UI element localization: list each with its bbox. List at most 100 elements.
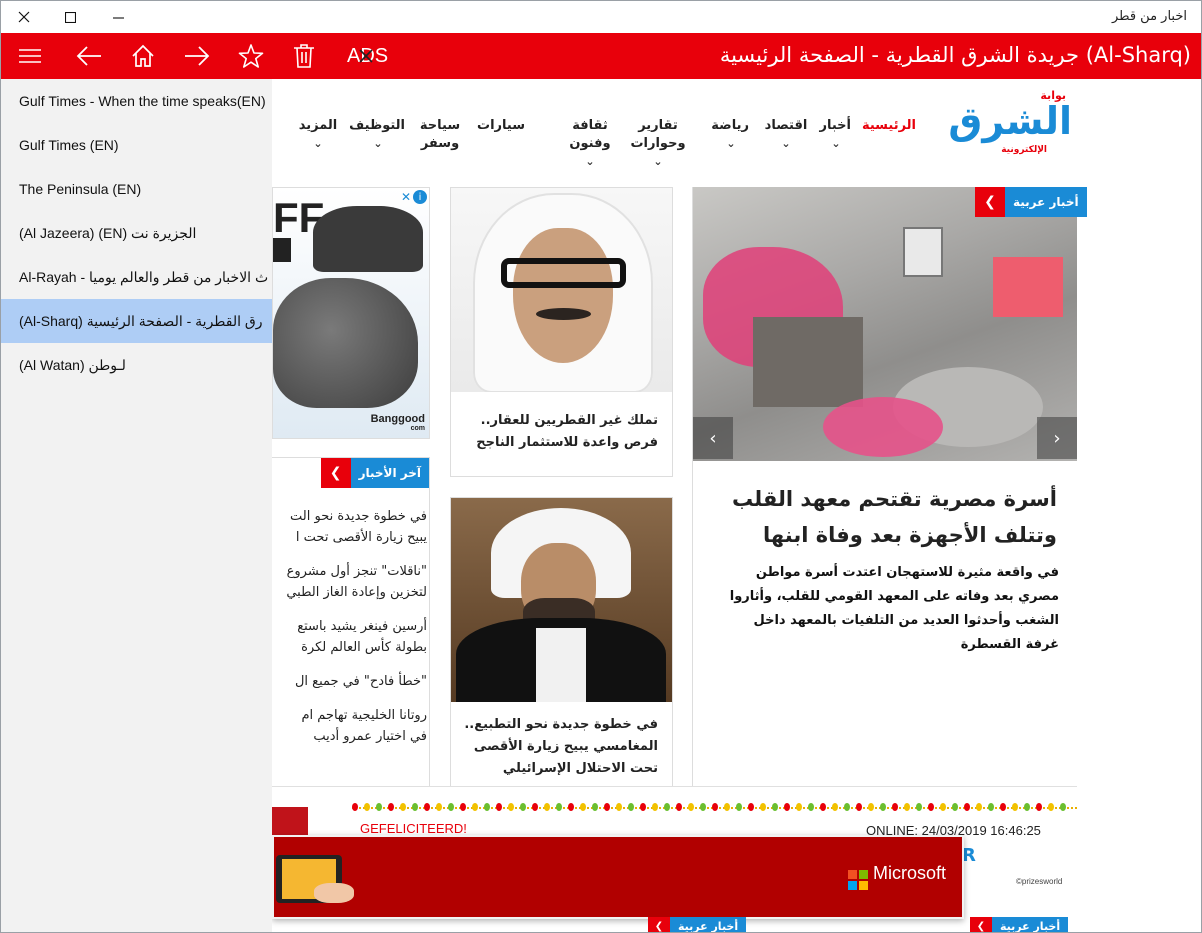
bottom-category-badge[interactable]: ❮ أخبار عربية: [970, 917, 1069, 932]
news-card[interactable]: تملك غير القطريين للعقار.. فرص واعدة للا…: [450, 187, 673, 477]
ad-close-icon[interactable]: ✕: [401, 190, 411, 204]
nav-item-label: سياحة وسفر: [419, 118, 461, 151]
news-card-image: [451, 188, 672, 392]
slide-next-button[interactable]: ›: [1037, 417, 1077, 459]
page-title: جريدة الشرق القطرية - الصفحة الرئيسية (A…: [719, 43, 1191, 67]
decorative-dot: [808, 803, 814, 811]
chevron-down-icon: ⌄: [653, 155, 663, 168]
nav-item[interactable]: اقتصاد ⌄: [764, 117, 808, 153]
news-card[interactable]: في خطوة جديدة نحو التطبيع.. المغامسي يبي…: [450, 497, 673, 787]
decorative-dot: [736, 803, 742, 811]
nav-item[interactable]: رياضة ⌄: [711, 117, 749, 153]
ad-banner[interactable]: FF i ✕ Banggood com: [272, 187, 430, 439]
decorative-dot: [664, 803, 670, 811]
decorative-dot: [508, 803, 514, 811]
chevron-down-icon: ⌄: [726, 137, 736, 150]
nav-item[interactable]: المزيد ⌄: [298, 117, 338, 153]
badge-arrow-icon: ❮: [648, 917, 670, 932]
close-window-button[interactable]: [1, 1, 47, 33]
menu-button[interactable]: [3, 33, 57, 79]
decorative-dot: [616, 803, 622, 811]
nav-item[interactable]: تقارير وحوارات ⌄: [617, 117, 699, 171]
news-card-title[interactable]: تملك غير القطريين للعقار.. فرص واعدة للا…: [458, 410, 658, 454]
latest-news-item[interactable]: في خطوة جديدة نحو الت: [272, 506, 427, 527]
decorative-dot: [844, 803, 850, 811]
nav-item[interactable]: سياحة وسفر: [418, 117, 462, 153]
decorative-dot: [364, 803, 370, 811]
decorative-dot: [904, 803, 910, 811]
latest-news-item[interactable]: أرسين فينغر يشيد باستع: [272, 616, 427, 637]
nav-item-label: رياضة: [711, 118, 749, 133]
decorative-dot: [772, 803, 778, 811]
decorative-dot: [484, 803, 490, 811]
slide-prev-button[interactable]: ‹: [693, 417, 733, 459]
decorative-dot: [1048, 803, 1054, 811]
red-banner-corner: [272, 807, 308, 837]
chevron-down-icon: ⌄: [585, 155, 595, 168]
chevron-down-icon: ⌄: [313, 137, 323, 150]
ad-info-icon[interactable]: i: [413, 190, 427, 204]
decorative-dot: [580, 803, 586, 811]
latest-news-item[interactable]: "ناقلات" تنجز أول مشروع: [272, 561, 427, 582]
latest-news-item[interactable]: روتانا الخليجية تهاجم ام: [272, 705, 427, 726]
source-list-item[interactable]: (Al Jazeera) (EN) الجزيرة نت: [1, 211, 272, 255]
minimize-window-button[interactable]: [95, 1, 141, 33]
back-button[interactable]: [62, 33, 116, 79]
source-list-item[interactable]: The Peninsula (EN): [1, 167, 272, 211]
maximize-window-button[interactable]: [47, 1, 93, 33]
source-list-item[interactable]: Al-Rayah - ث الاخبار من قطر والعالم يومي…: [1, 255, 272, 299]
latest-news-item[interactable]: بطولة كأس العالم لكرة: [272, 637, 427, 658]
decorative-dot: [940, 803, 946, 811]
main-story-headline[interactable]: أسرة مصرية تقتحم معهد القلب وتتلف الأجهز…: [712, 481, 1057, 553]
source-list-item[interactable]: (Al Watan) لـوطن: [1, 343, 272, 387]
nav-item[interactable]: الرئيسية: [862, 117, 916, 135]
decorative-dot: [676, 803, 682, 811]
site-logo[interactable]: بوابة الشرق الإلكترونية: [942, 89, 1072, 155]
source-list-item[interactable]: Gulf Times - When the time speaks(EN): [1, 79, 272, 123]
latest-news-item[interactable]: "خطأ فادح" في جميع ال: [272, 671, 427, 692]
decorative-dot: [796, 803, 802, 811]
nav-item[interactable]: أخبار ⌄: [819, 117, 852, 153]
nav-item[interactable]: التوظيف ⌄: [349, 117, 405, 153]
favorite-button[interactable]: [224, 33, 278, 79]
source-list-item[interactable]: Gulf Times (EN): [1, 123, 272, 167]
nav-item[interactable]: سيارات: [477, 117, 525, 135]
news-card-title[interactable]: في خطوة جديدة نحو التطبيع.. المغامسي يبي…: [458, 714, 658, 780]
microsoft-ad-banner[interactable]: Microsoft: [272, 835, 964, 919]
decorative-dot: [892, 803, 898, 811]
nav-item-label: سيارات: [477, 118, 525, 133]
prize-banner-letter: R: [962, 845, 976, 866]
decorative-dot: [604, 803, 610, 811]
title-bar: اخبار من قطر: [1, 1, 1201, 33]
decorative-dot: [868, 803, 874, 811]
badge-label: أخبار عربية: [670, 917, 747, 932]
nav-item[interactable]: ثقافة وفنون ⌄: [555, 117, 625, 171]
microsoft-logo-icon: [848, 870, 868, 890]
decorative-dot: [1024, 803, 1030, 811]
web-view[interactable]: بوابة الشرق الإلكترونية الرئيسية أخبار ⌄ اق…: [272, 79, 1201, 932]
decorative-dot: [652, 803, 658, 811]
decorative-dot: [832, 803, 838, 811]
main-story-image[interactable]: ‹ ›: [693, 187, 1077, 461]
decorative-dot: [712, 803, 718, 811]
nav-item-label: التوظيف: [349, 118, 405, 133]
latest-news-badge[interactable]: ❮ آخر الأخبار: [320, 458, 429, 488]
latest-news-item[interactable]: في اختيار عمرو أديب: [272, 726, 427, 747]
source-list-pane: Gulf Times - When the time speaks(EN) Gul…: [1, 79, 272, 932]
latest-news-item[interactable]: لتخزين وإعادة الغاز الطبي: [272, 582, 427, 603]
maximize-icon: [64, 11, 76, 23]
source-list-item[interactable]: (Al-Sharq) رق القطرية - الصفحة الرئيسية: [1, 299, 272, 343]
logo-main-text: الشرق: [948, 99, 1072, 143]
decorative-dot: [724, 803, 730, 811]
home-button[interactable]: [116, 33, 170, 79]
arrow-right-icon: [185, 46, 210, 66]
latest-news-item[interactable]: يبيح زيارة الأقصى تحت ا: [272, 527, 427, 548]
delete-button[interactable]: [277, 33, 331, 79]
bottom-category-badge[interactable]: ❮ أخبار عربية: [648, 917, 747, 932]
forward-button[interactable]: [170, 33, 224, 79]
decorative-dot: [628, 803, 634, 811]
main-story-category-badge[interactable]: ❮ أخبار عربية: [975, 187, 1087, 217]
nav-item-label: أخبار: [819, 118, 852, 133]
home-icon: [132, 44, 154, 67]
decorative-dot: [1000, 803, 1006, 811]
